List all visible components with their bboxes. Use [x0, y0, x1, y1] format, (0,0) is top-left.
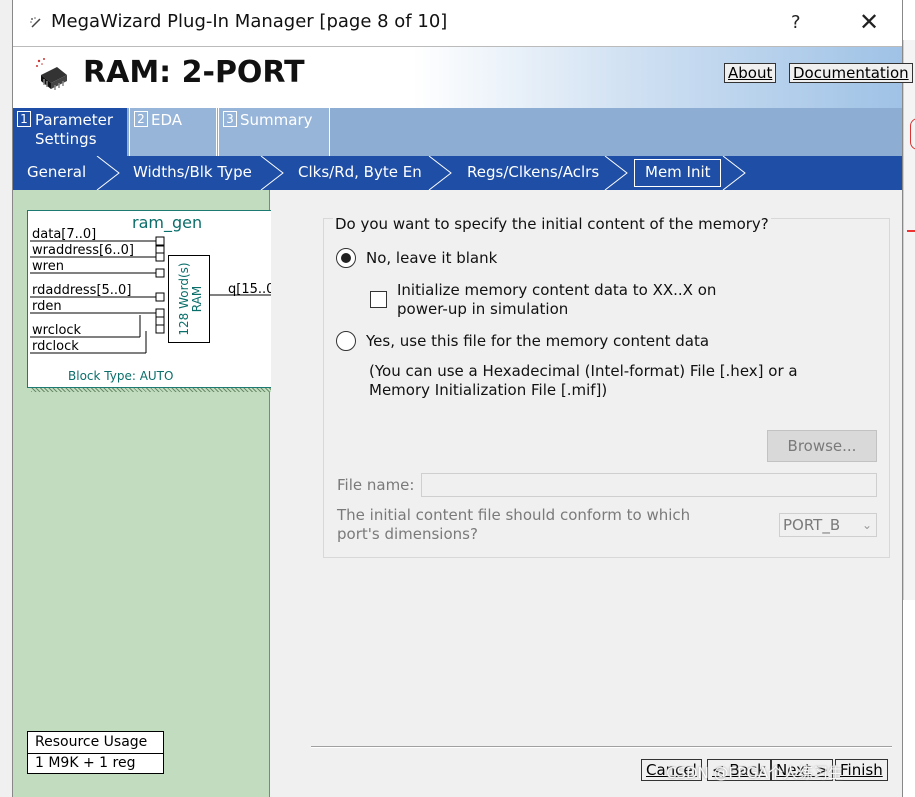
- port-label: rden: [32, 299, 62, 314]
- port-question: The initial content file should conform …: [337, 506, 691, 543]
- subnav-clks[interactable]: Clks/Rd, Byte En: [298, 163, 422, 181]
- title-bar: MegaWizard Plug-In Manager [page 8 of 10…: [13, 0, 902, 46]
- subnav-regs[interactable]: Regs/Clkens/Aclrs: [467, 163, 599, 181]
- wand-icon: [29, 16, 43, 30]
- documentation-button[interactable]: Documentation: [789, 63, 913, 83]
- chevron-right-icon: [428, 156, 452, 190]
- init-xx-checkbox[interactable]: [370, 291, 387, 308]
- subnav-mem-init[interactable]: Mem Init: [645, 163, 711, 181]
- chevron-right-icon: [722, 156, 746, 190]
- resource-usage-box: Resource Usage 1 M9K + 1 reg: [27, 731, 164, 774]
- port-label: data[7..0]: [32, 227, 97, 242]
- tab-parameter-settings[interactable]: 1 Parameter Settings: [13, 108, 127, 156]
- resource-usage-value: 1 M9K + 1 reg: [35, 755, 136, 771]
- background-window-left: [0, 0, 12, 797]
- radio-use-file-label[interactable]: Yes, use this file for the memory conten…: [366, 332, 709, 351]
- symbol-name: ram_gen: [132, 213, 203, 232]
- port-select[interactable]: PORT_B ⌄: [779, 513, 877, 537]
- symbol-pane: ram_gen data[7..0] wraddress[6..0] wren …: [13, 190, 289, 797]
- block-type-label: Block Type: AUTO: [68, 369, 174, 383]
- port-label: wraddress[6..0]: [32, 243, 135, 258]
- window-title: MegaWizard Plug-In Manager [page 8 of 10…: [51, 11, 448, 32]
- banner: RAM: 2-PORT About Documentation: [13, 46, 913, 108]
- radio-leave-blank-label[interactable]: No, leave it blank: [366, 249, 497, 268]
- megawizard-dialog: MegaWizard Plug-In Manager [page 8 of 10…: [12, 0, 913, 797]
- chevron-right-icon: [96, 156, 120, 190]
- tab-bar: 1 Parameter Settings 2 EDA 3 Summary: [13, 108, 902, 156]
- file-name-input[interactable]: [421, 473, 877, 497]
- port-label: rdaddress[5..0]: [32, 283, 132, 298]
- radio-use-file[interactable]: [336, 331, 356, 351]
- file-name-label: File name:: [337, 476, 415, 494]
- tab-eda[interactable]: 2 EDA: [129, 108, 217, 156]
- port-label: wren: [32, 259, 64, 274]
- about-button[interactable]: About: [724, 63, 777, 83]
- mem-init-question: Do you want to specify the initial conte…: [333, 215, 771, 233]
- chevron-right-icon: [604, 156, 628, 190]
- page-heading: RAM: 2-PORT: [83, 55, 305, 90]
- subnav-widths[interactable]: Widths/Blk Type: [133, 163, 252, 181]
- page-subnav: General Widths/Blk Type Clks/Rd, Byte En…: [13, 156, 902, 190]
- tab-label: Summary: [240, 111, 313, 129]
- mem-init-pane: Do you want to specify the initial conte…: [271, 190, 902, 797]
- subnav-general[interactable]: General: [27, 163, 86, 181]
- tab-summary[interactable]: 3 Summary: [218, 108, 330, 156]
- radio-leave-blank[interactable]: [336, 248, 356, 268]
- port-select-value: PORT_B: [783, 516, 841, 534]
- footer-separator: [311, 746, 892, 748]
- ram-block: 128 Word(s) RAM: [168, 255, 210, 343]
- tab-label: EDA: [151, 111, 183, 129]
- help-button[interactable]: ?: [791, 12, 801, 33]
- ram-symbol: ram_gen data[7..0] wraddress[6..0] wren …: [27, 210, 285, 388]
- chevron-right-icon: [260, 156, 284, 190]
- close-button[interactable]: ✕: [859, 8, 879, 36]
- background-window-right: [903, 40, 915, 600]
- chevron-down-icon: ⌄: [861, 518, 872, 532]
- browse-button[interactable]: Browse...: [767, 430, 877, 462]
- port-label: wrclock: [32, 323, 82, 338]
- port-label: rdclock: [32, 339, 79, 354]
- chip-icon: [35, 57, 71, 93]
- resource-usage-title: Resource Usage: [28, 732, 163, 754]
- watermark: CSDN @FPGA个人练习生: [666, 764, 844, 782]
- init-xx-checkbox-label[interactable]: Initialize memory content data to XX..X …: [397, 281, 717, 319]
- mem-init-hint: (You can use a Hexadecimal (Intel-format…: [369, 362, 798, 399]
- tab-label: Parameter Settings: [35, 111, 114, 148]
